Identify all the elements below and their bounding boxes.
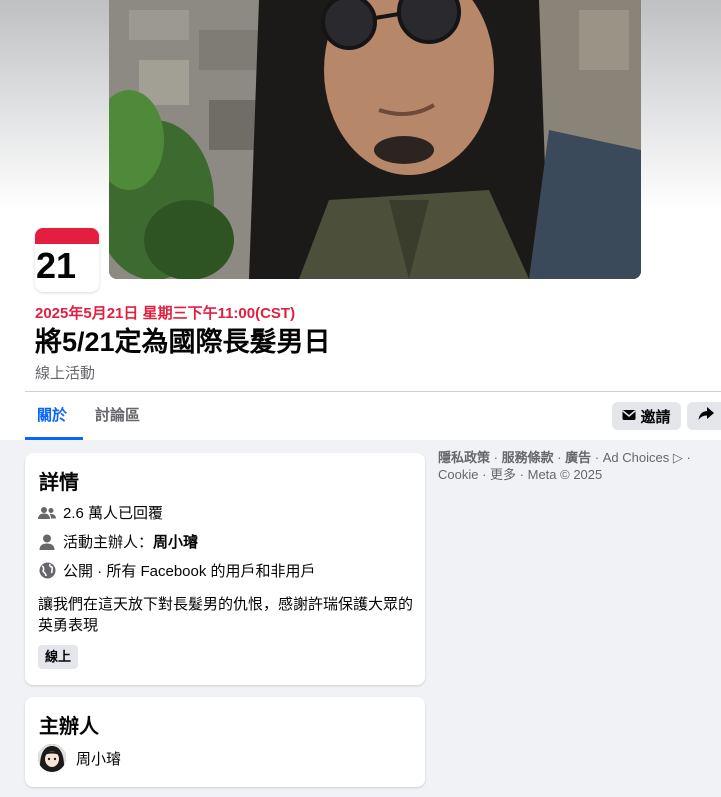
host-card: 主辦人 周小璿 [25,697,425,787]
details-title: 詳情 [39,472,79,494]
person-icon [37,532,57,552]
privacy-policy-link[interactable]: 隱私政策 [438,450,490,465]
invite-label: 邀請 [640,408,671,426]
ad-choices-link[interactable]: Ad Choices [603,450,669,465]
tab-about[interactable]: 關於 [25,398,83,440]
footer-links: 隱私政策 · 服務條款 · 廣告 · Ad Choices ▷ · Cookie… [438,450,691,482]
host-prefix: 活動主辦人： [63,534,154,551]
cover-photo-image [109,0,641,279]
privacy-row: 公開 · 所有 Facebook 的用戶和非用戶 [37,560,316,581]
share-button[interactable] [687,402,721,430]
event-type: 線上活動 [35,365,96,382]
online-tag[interactable]: 線上 [38,645,79,669]
date-badge: 21 [35,228,99,292]
responses-text: 2.6 萬人已回覆 [63,505,164,522]
people-icon [37,503,57,523]
event-header: 21 2025年5月21日 星期三下午11:00(CST) 將5/21定為國際長… [0,0,721,440]
privacy-text: 公開 · 所有 Facebook 的用戶和非用戶 [63,563,316,580]
more-link[interactable]: 更多 [490,467,516,482]
details-card: 詳情 2.6 萬人已回覆 活動主辦人： 周小璿 公開 · 所有 Facebook… [25,453,425,685]
host-card-name[interactable]: 周小璿 [76,748,121,769]
tab-discussion[interactable]: 討論區 [83,398,152,438]
envelope-icon [622,408,636,425]
globe-icon [37,561,57,581]
share-arrow-icon [698,406,714,426]
meta-copyright: Meta © 2025 [527,467,603,482]
avatar[interactable] [38,744,66,772]
event-datetime: 2025年5月21日 星期三下午11:00(CST) [35,305,296,322]
host-name-link[interactable]: 周小璿 [153,531,198,552]
ads-link[interactable]: 廣告 [565,450,591,465]
host-row[interactable]: 周小璿 [38,744,121,772]
date-badge-band [35,228,99,244]
event-description: 讓我們在這天放下對長髮男的仇恨，感謝許瑞保護大眾的英勇表現 [38,596,414,634]
cover-photo[interactable] [109,0,641,279]
event-title: 將5/21定為國際長髮男日 [35,327,331,357]
terms-link[interactable]: 服務條款 [502,450,554,465]
host-info-row: 活動主辦人： 周小璿 [37,531,198,552]
date-badge-day: 21 [36,245,77,286]
responses-row: 2.6 萬人已回覆 [37,502,163,523]
cookie-link[interactable]: Cookie [438,467,478,482]
ad-choices-icon: ▷ [672,450,683,465]
header-divider [25,391,721,392]
host-card-title: 主辦人 [39,716,99,738]
invite-button[interactable]: 邀請 [612,402,681,430]
